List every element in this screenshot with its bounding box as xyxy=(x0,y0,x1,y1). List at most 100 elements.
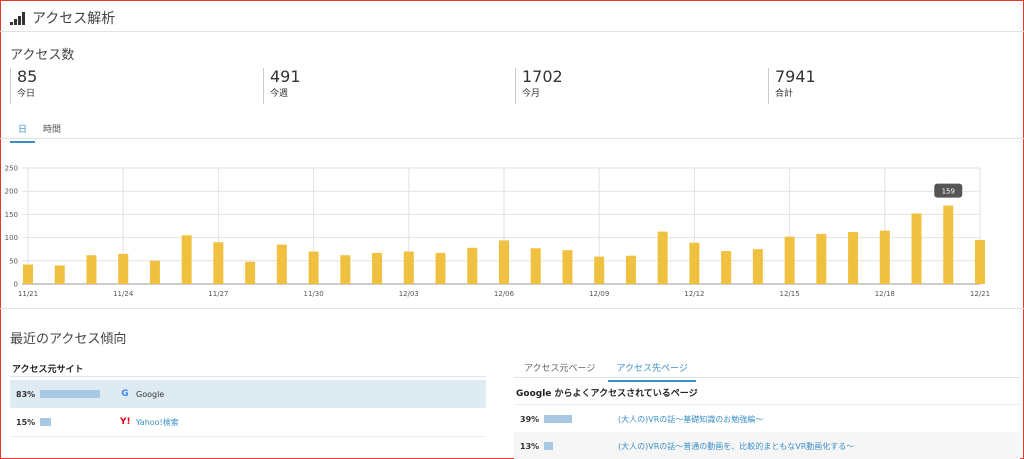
chart-bar xyxy=(276,244,287,284)
y-tick-label: 250 xyxy=(5,165,18,173)
chart-tooltip-label: 159 xyxy=(942,188,955,196)
x-tick-label: 12/21 xyxy=(970,290,990,298)
chart-bar xyxy=(752,249,763,284)
chart-bar xyxy=(245,261,256,284)
chart-bar xyxy=(911,213,922,284)
chart-bar xyxy=(149,260,160,284)
x-tick-label: 11/24 xyxy=(113,290,134,298)
x-tick-label: 12/06 xyxy=(494,290,515,298)
page-bar-track xyxy=(544,415,618,423)
chart-bar xyxy=(308,251,319,284)
source-row-yahoo[interactable]: 15% Y! Yahoo!検索 xyxy=(10,408,486,436)
chart-bar xyxy=(784,236,795,284)
chart-bar xyxy=(403,251,414,284)
y-tick-label: 200 xyxy=(5,188,18,196)
chart-bar xyxy=(689,242,700,284)
daily-access-chart: 0 50 100 150 200 250 11/21 11/24 11/27 11/30 12/03… xyxy=(5,165,990,299)
stat-label: 今月 xyxy=(522,89,541,99)
stat-week: 491 今週 xyxy=(263,68,301,104)
google-icon: G xyxy=(121,389,129,399)
page-tabs-divider xyxy=(514,377,1020,378)
source-pct: 83% xyxy=(16,389,36,399)
access-count-title: アクセス数 xyxy=(10,48,75,63)
source-row-google[interactable]: 83% G Google xyxy=(10,380,486,408)
chart-bar xyxy=(181,235,192,284)
chart-bar xyxy=(435,252,446,284)
tab-destination-pages[interactable]: アクセス先ページ xyxy=(608,357,696,382)
source-link[interactable]: Yahoo!検索 xyxy=(136,417,179,428)
chart-bar xyxy=(943,205,954,284)
chart-bar xyxy=(562,250,573,284)
chart-bar xyxy=(657,231,668,284)
chart-bar xyxy=(594,256,605,284)
sources-divider xyxy=(10,376,486,377)
header-divider xyxy=(0,31,1024,32)
source-bar xyxy=(40,418,51,426)
source-bar xyxy=(40,390,100,398)
y-tick-label: 50 xyxy=(9,257,18,265)
page-bar-track xyxy=(544,442,618,450)
x-tick-label: 12/18 xyxy=(875,290,895,298)
stat-label: 今週 xyxy=(270,89,289,99)
page-bar xyxy=(544,442,553,450)
x-tick-label: 11/21 xyxy=(18,290,38,298)
chart-tabs: 日 時間 xyxy=(10,118,69,143)
chart-bar xyxy=(975,239,985,284)
chart-bar xyxy=(213,242,224,284)
y-tick-label: 100 xyxy=(5,234,18,242)
source-pct: 15% xyxy=(16,417,36,427)
signal-bars-icon xyxy=(10,12,25,25)
tabs-divider xyxy=(0,138,1024,139)
page-bar xyxy=(544,415,572,423)
page-row[interactable]: 13% (大人の)VRの話～普通の動画を、比較的まともなVR動画化する～ xyxy=(514,432,1020,459)
stat-value: 85 xyxy=(17,67,38,86)
stat-value: 1702 xyxy=(522,67,563,86)
stat-label: 合計 xyxy=(775,89,794,99)
y-tick-label: 150 xyxy=(5,211,18,219)
sources-title: アクセス元サイト xyxy=(12,365,84,375)
x-tick-label: 12/15 xyxy=(780,290,800,298)
chart-divider xyxy=(0,308,1024,309)
x-tick-label: 12/03 xyxy=(399,290,419,298)
chart-bar xyxy=(86,255,97,284)
tab-day[interactable]: 日 xyxy=(10,118,36,143)
chart-bar xyxy=(721,251,732,284)
pages-title: Google からよくアクセスされているページ xyxy=(516,389,698,399)
page-row[interactable]: 39% (大人の)VRの話～基礎知識のお勉強編～ xyxy=(514,405,1020,433)
yahoo-icon: Y! xyxy=(120,417,131,427)
chart-bar xyxy=(499,240,509,284)
chart-bar xyxy=(625,255,636,284)
page-tabs: アクセス元ページ アクセス先ページ xyxy=(516,356,696,382)
page-link[interactable]: (大人の)VRの話～普通の動画を、比較的まともなVR動画化する～ xyxy=(618,441,854,452)
chart-bar xyxy=(23,264,33,284)
chart-bar xyxy=(530,248,541,284)
chart-bar xyxy=(816,233,827,284)
stat-value: 7941 xyxy=(775,67,816,86)
chart-bar xyxy=(118,253,129,284)
recent-title: 最近のアクセス傾向 xyxy=(10,332,127,347)
source-label: Google xyxy=(136,389,165,399)
source-bar-track xyxy=(40,390,112,398)
page-pct: 13% xyxy=(520,441,540,451)
stat-today: 85 今日 xyxy=(10,68,37,104)
chart-bar xyxy=(372,252,383,284)
stat-month: 1702 今月 xyxy=(515,68,563,104)
page-link[interactable]: (大人の)VRの話～基礎知識のお勉強編～ xyxy=(618,414,763,425)
x-tick-label: 12/12 xyxy=(684,290,704,298)
x-tick-label: 11/30 xyxy=(304,290,324,298)
x-tick-label: 11/27 xyxy=(208,290,228,298)
chart-bar xyxy=(340,255,351,284)
chart-bar xyxy=(467,247,478,284)
source-bar-track xyxy=(40,418,112,426)
stat-label: 今日 xyxy=(17,89,36,99)
x-tick-label: 12/09 xyxy=(589,290,609,298)
tab-hour[interactable]: 時間 xyxy=(35,118,69,143)
chart-bar xyxy=(879,230,890,284)
page-header: アクセス解析 xyxy=(10,6,115,30)
page-title: アクセス解析 xyxy=(32,11,116,27)
y-tick-label: 0 xyxy=(14,281,18,289)
row-divider xyxy=(10,436,486,437)
stat-value: 491 xyxy=(270,67,301,86)
chart-bar xyxy=(848,232,859,284)
chart-bar xyxy=(54,265,65,284)
